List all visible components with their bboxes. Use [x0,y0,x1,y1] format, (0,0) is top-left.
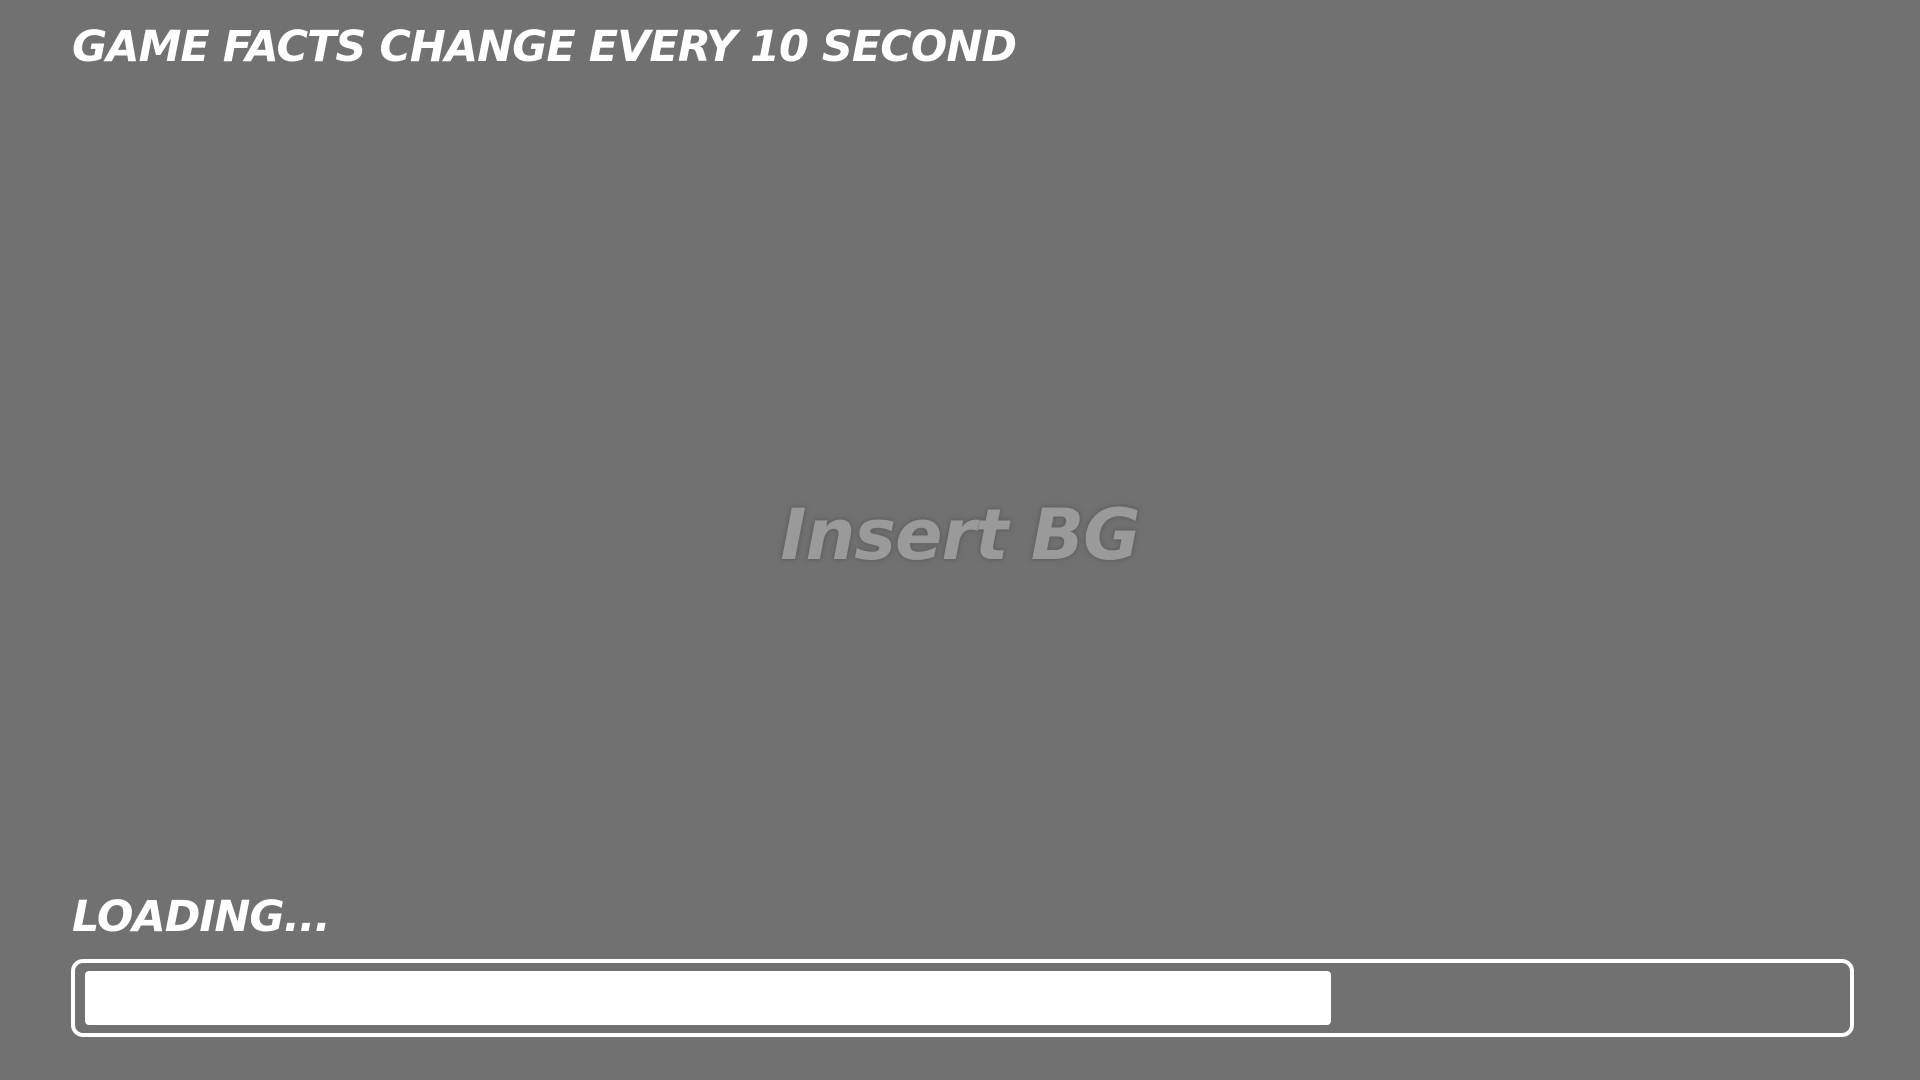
game-fact-text: GAME FACTS CHANGE EVERY 10 SECOND [72,22,1017,72]
loading-progress-fill [85,971,1332,1025]
loading-screen: GAME FACTS CHANGE EVERY 10 SECOND Insert… [0,0,1920,1080]
loading-label: LOADING... [72,892,331,942]
background-placeholder-text: Insert BG [780,494,1140,576]
loading-progress-bar [71,959,1854,1037]
